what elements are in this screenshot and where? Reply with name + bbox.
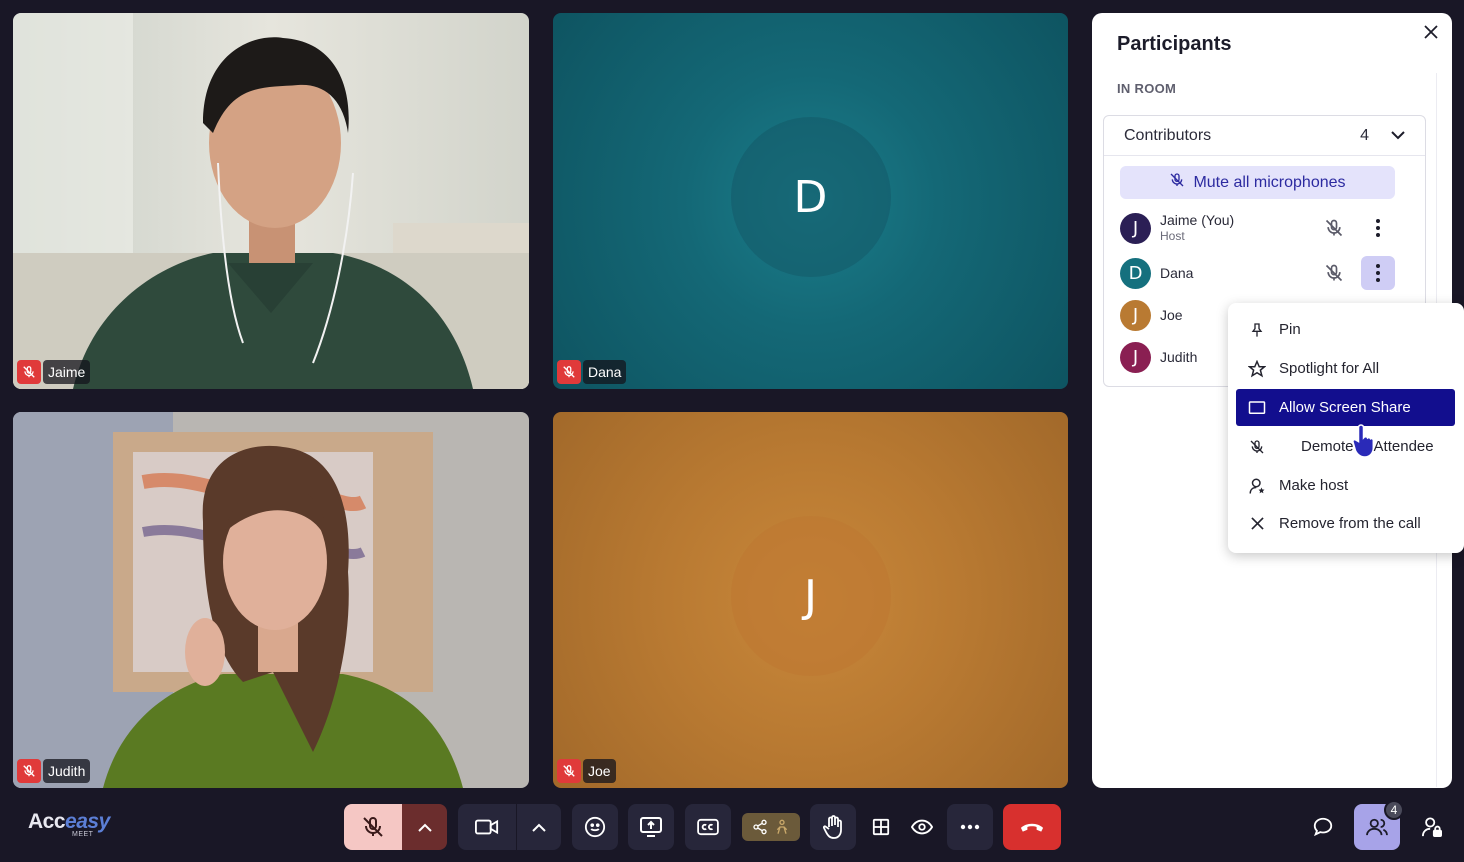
hand-icon: [823, 815, 842, 839]
menu-item-allow-screen-share[interactable]: Allow Screen Share: [1236, 389, 1455, 426]
group-count: 4: [1360, 126, 1369, 144]
more-options-button[interactable]: [1361, 211, 1395, 245]
chevron-down-icon: [1391, 127, 1405, 145]
participant-name: Joe: [583, 759, 616, 783]
menu-item-spotlight[interactable]: Spotlight for All: [1236, 350, 1455, 387]
group-label: Contributors: [1124, 126, 1212, 144]
participant-count-badge: 4: [1384, 800, 1404, 820]
menu-item-make-host[interactable]: Make host: [1236, 467, 1455, 504]
participant-context-menu: Pin Spotlight for All Allow Screen Share…: [1228, 303, 1464, 553]
participant-name: Judith: [43, 759, 91, 783]
menu-item-label: Make host: [1279, 477, 1349, 494]
video-tile-joe[interactable]: J Joe: [553, 412, 1068, 788]
mic-off-icon[interactable]: [1319, 213, 1349, 243]
video-camera-icon: [475, 819, 499, 835]
participant-row-jaime[interactable]: J Jaime (You) Host: [1120, 211, 1395, 245]
mute-all-label: Mute all microphones: [1193, 173, 1346, 191]
participant-role: Host: [1160, 229, 1185, 243]
participant-name: Jaime: [43, 360, 91, 384]
people-icon: [1366, 818, 1388, 836]
close-icon: [1246, 513, 1268, 535]
screen-icon: [1246, 397, 1268, 419]
video-tile-dana[interactable]: D Dana: [553, 13, 1068, 389]
menu-item-demote[interactable]: Demote to Attendee: [1236, 428, 1455, 465]
menu-item-label: Allow Screen Share: [1279, 399, 1411, 416]
chevron-up-icon: [532, 823, 546, 832]
camera-options-button[interactable]: [516, 804, 561, 850]
people-icon: [776, 819, 788, 834]
captions-button[interactable]: [685, 804, 731, 850]
participant-name: Dana: [583, 360, 627, 384]
app-logo: Acc easy MEET: [28, 810, 110, 838]
screen-share-icon: [640, 817, 662, 837]
section-label: IN ROOM: [1117, 81, 1177, 96]
apps-button[interactable]: [742, 813, 800, 841]
avatar: D: [1120, 257, 1151, 289]
menu-item-label: Pin: [1279, 321, 1301, 338]
chat-icon: [1313, 817, 1333, 837]
jaime-video-image: [13, 13, 529, 389]
participant-name: Dana: [1160, 265, 1194, 281]
close-icon[interactable]: [1420, 21, 1442, 43]
contributors-header[interactable]: Contributors 4: [1104, 116, 1425, 156]
user-star-icon: [1246, 475, 1268, 497]
closed-captions-icon: [697, 818, 719, 836]
avatar: D: [730, 117, 891, 277]
share-nodes-icon: [753, 819, 767, 835]
judith-video-image: [13, 412, 529, 788]
user-lock-icon: [1422, 817, 1442, 837]
more-options-button[interactable]: [1361, 256, 1395, 290]
pointer-cursor-icon: [1352, 424, 1375, 458]
chevron-up-icon: [417, 823, 432, 832]
avatar: J: [1120, 299, 1151, 331]
end-call-button[interactable]: [1003, 804, 1061, 850]
name-tag: Dana: [557, 360, 627, 384]
screen-share-button[interactable]: [628, 804, 674, 850]
name-tag: Jaime: [17, 360, 91, 384]
star-icon: [1246, 358, 1268, 380]
mic-off-icon: [1169, 172, 1185, 193]
avatar: J: [730, 516, 891, 676]
more-horizontal-icon: [960, 824, 980, 830]
menu-item-remove[interactable]: Remove from the call: [1236, 505, 1455, 542]
name-tag: Joe: [557, 759, 616, 783]
mic-off-icon[interactable]: [1319, 258, 1349, 288]
name-tag: Judith: [17, 759, 91, 783]
smiley-icon: [584, 816, 606, 838]
chat-button[interactable]: [1305, 804, 1341, 850]
panel-title: Participants: [1117, 33, 1232, 55]
eye-icon: [911, 819, 933, 835]
menu-item-label: Remove from the call: [1279, 515, 1421, 532]
participant-row-dana[interactable]: D Dana: [1120, 256, 1395, 290]
mic-off-icon: [17, 360, 41, 384]
logo-sub: MEET: [72, 831, 94, 838]
avatar: J: [1120, 341, 1151, 373]
camera-toggle-button[interactable]: [458, 804, 516, 850]
menu-item-label: Spotlight for All: [1279, 360, 1380, 377]
mute-all-button[interactable]: Mute all microphones: [1120, 166, 1395, 199]
more-options-toolbar-button[interactable]: [947, 804, 993, 850]
raise-hand-button[interactable]: [810, 804, 856, 850]
logo-text: Acc: [28, 810, 66, 833]
mic-off-icon: [17, 759, 41, 783]
pin-icon: [1246, 319, 1268, 341]
mic-off-icon: [557, 759, 581, 783]
video-tile-jaime[interactable]: Jaime: [13, 13, 529, 389]
mic-off-icon: [363, 817, 383, 837]
avatar: J: [1120, 212, 1151, 244]
grid-icon: [872, 818, 890, 836]
hang-up-icon: [1020, 823, 1044, 832]
mic-toggle-button[interactable]: [344, 804, 402, 850]
layout-button[interactable]: [866, 804, 896, 850]
mic-options-button[interactable]: [402, 804, 447, 850]
mic-off-icon: [1246, 436, 1268, 458]
reactions-button[interactable]: [572, 804, 618, 850]
security-button[interactable]: [1416, 804, 1448, 850]
mic-off-icon: [557, 360, 581, 384]
participant-name: Jaime (You): [1160, 212, 1235, 228]
video-tile-judith[interactable]: Judith: [13, 412, 529, 788]
view-button[interactable]: [906, 804, 938, 850]
menu-item-pin[interactable]: Pin: [1236, 311, 1455, 348]
meeting-window: Jaime D Dana Judith J Joe Participants I…: [0, 0, 1464, 862]
